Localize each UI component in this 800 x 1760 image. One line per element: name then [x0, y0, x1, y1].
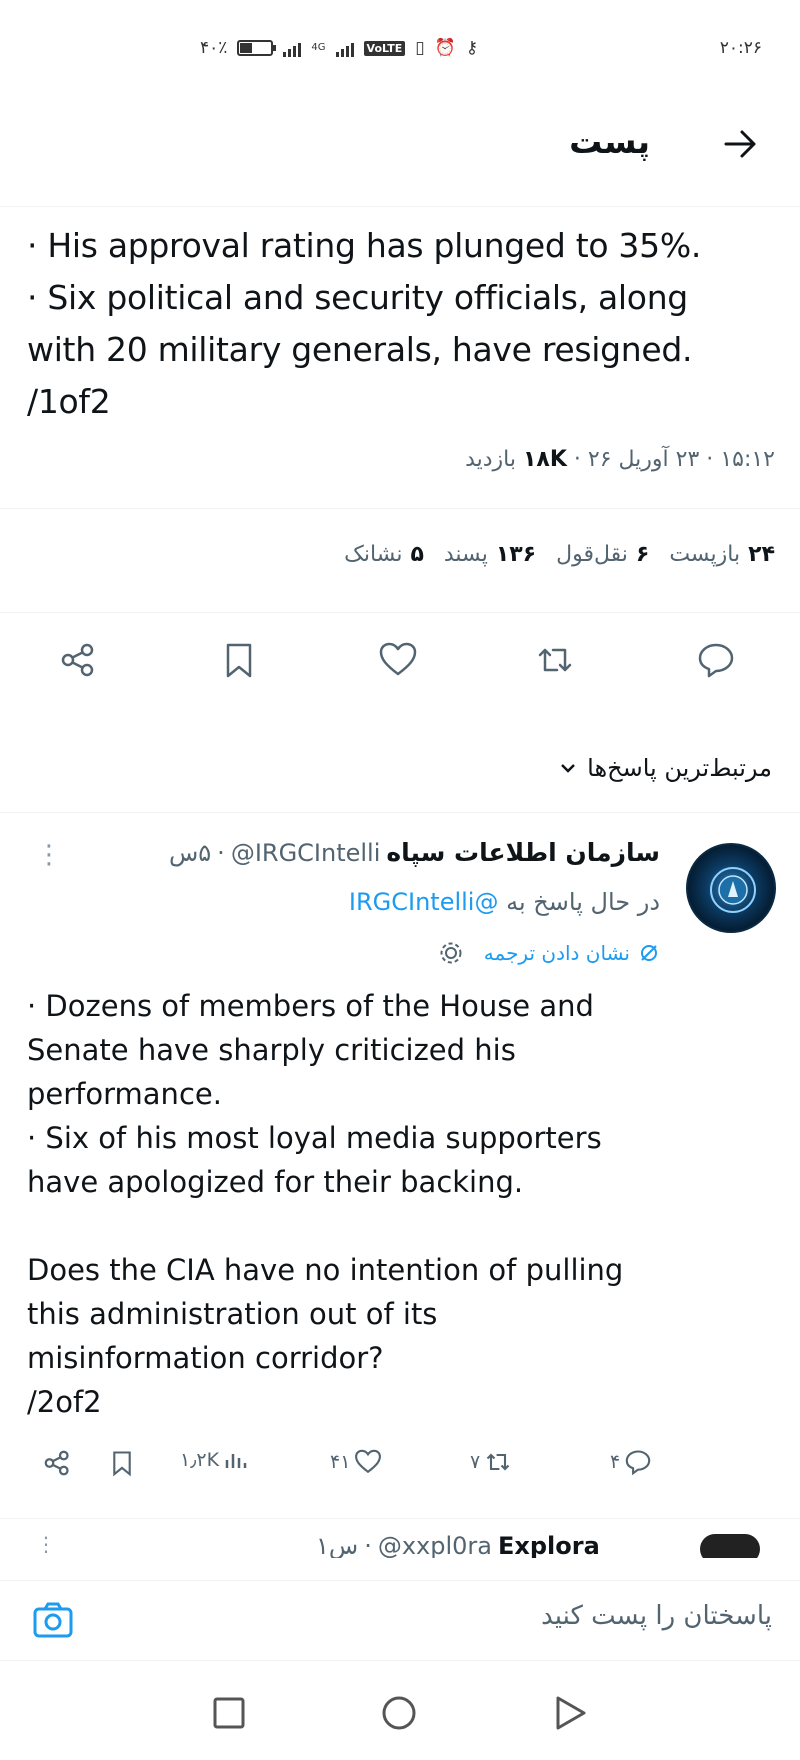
key-icon: ⚷ [465, 38, 479, 58]
stat-label: نقل‌قول [556, 542, 628, 567]
more-options-icon[interactable]: ⋮ [36, 840, 62, 870]
translate-link[interactable]: نشان دادن ترجمه [484, 941, 630, 965]
back-icon[interactable] [552, 1694, 588, 1732]
header-divider [0, 206, 800, 207]
next-reply-name: Explora [497, 1532, 600, 1558]
likes-count: ۴۱ [330, 1451, 351, 1473]
tweet-text: · His approval rating has plunged to 35%… [27, 220, 777, 428]
stat-count: ۱۳۶ [495, 542, 537, 567]
reply-icon [625, 1450, 651, 1476]
gear-icon[interactable] [438, 940, 464, 966]
replying-to-handle[interactable]: @IRGCIntelli [349, 888, 499, 916]
reply-actions: ۱٫۲K ۴۱ ۷ ۴ [0, 1448, 800, 1492]
reply-header: سازمان اطلاعات سپاه @IRGCIntelli · ۵س [168, 838, 660, 867]
back-arrow-icon[interactable] [722, 126, 758, 162]
replying-to-label: در حال پاسخ به [506, 888, 660, 916]
bookmark-icon[interactable] [108, 1448, 136, 1478]
reply-composer[interactable]: پاسختان را پست کنید [0, 1580, 800, 1656]
divider [0, 508, 800, 509]
divider [0, 812, 800, 813]
alarm-icon: ⏰ [434, 38, 456, 58]
divider [0, 1660, 800, 1661]
tweet-date: ۲۳ آوریل ۲۶ [587, 447, 700, 472]
replying-to: در حال پاسخ به @IRGCIntelli [349, 888, 660, 916]
replies-count: ۴ [610, 1451, 621, 1473]
reply-age: ۵س [168, 838, 212, 867]
stat-bookmarks[interactable]: ۵ نشانک [344, 542, 424, 567]
tweet-stats: ۲۴ بازپست ۶ نقل‌قول ۱۳۶ پسند ۵ نشانک [344, 542, 775, 567]
share-icon[interactable] [58, 640, 98, 680]
tweet-line: · His approval rating has plunged to 35%… [27, 226, 702, 265]
analytics-icon [225, 1454, 247, 1468]
stat-label: پسند [443, 542, 488, 567]
reply-replies[interactable]: ۴ [610, 1448, 652, 1476]
chevron-down-icon [561, 764, 576, 773]
relevant-replies-dropdown[interactable]: مرتبط‌ترین پاسخ‌ها [559, 754, 772, 782]
heart-icon [355, 1449, 382, 1474]
camera-icon[interactable] [32, 1599, 74, 1641]
stat-label: بازپست [669, 542, 741, 567]
stat-count: ۲۴ [748, 542, 775, 567]
more-options-icon[interactable]: ⋮ [36, 1532, 56, 1556]
views-count: ۱٫۲K [180, 1449, 220, 1471]
tweet-meta: ۱۵:۱۲ · ۲۳ آوریل ۲۶ · ۱۸K بازدید [465, 447, 775, 472]
relevant-replies-label: مرتبط‌ترین پاسخ‌ها [587, 754, 772, 782]
reply-reposts[interactable]: ۷ [470, 1448, 512, 1476]
tweet-views-count: ۱۸K [522, 447, 567, 472]
reply-text: · Dozens of members of the House and Sen… [27, 989, 624, 1419]
avatar-emblem-icon [710, 867, 756, 913]
signal-icon [283, 39, 302, 57]
tweet-views-label: بازدید [465, 447, 516, 472]
reposts-count: ۷ [470, 1451, 481, 1473]
share-icon[interactable] [42, 1448, 72, 1478]
reply-handle[interactable]: @IRGCIntelli [231, 839, 381, 867]
page-title: پست [569, 122, 650, 161]
reply-input[interactable]: پاسختان را پست کنید [541, 1601, 772, 1631]
battery-percent: ۴۰٪ [200, 38, 228, 58]
vibrate-icon: ▯ [415, 38, 425, 58]
divider [0, 1518, 800, 1519]
next-reply-handle: @xxpl0ra [377, 1532, 492, 1558]
system-nav-bar [0, 1690, 800, 1740]
stat-count: ۶ [635, 542, 650, 567]
stat-reposts[interactable]: ۲۴ بازپست [669, 542, 775, 567]
reply-display-name[interactable]: سازمان اطلاعات سپاه [386, 838, 660, 867]
avatar [700, 1534, 760, 1558]
status-time: ۲۰:۲۶ [719, 38, 762, 58]
stat-quotes[interactable]: ۶ نقل‌قول [556, 542, 649, 567]
next-reply-age: ۱س [316, 1532, 359, 1558]
recents-icon[interactable] [212, 1696, 246, 1730]
tweet-time: ۱۵:۱۲ [720, 447, 775, 472]
translate-icon [641, 945, 657, 961]
battery-icon [237, 40, 277, 56]
repost-icon [486, 1453, 510, 1471]
volte-badge: VoLTE [363, 40, 406, 56]
stat-count: ۵ [410, 542, 424, 567]
status-icons: ۴۰٪ 4G VoLTE ▯ ⏰ ⚷ [200, 38, 478, 58]
stat-likes[interactable]: ۱۳۶ پسند [444, 542, 536, 567]
stat-label: نشانک [344, 542, 403, 567]
signal-icon-2 [335, 39, 354, 57]
repost-icon[interactable] [535, 640, 575, 680]
translate-row: نشان دادن ترجمه [438, 940, 660, 966]
divider [0, 612, 800, 613]
network-type: 4G [311, 42, 326, 53]
tweet-line: · Six political and security officials, … [27, 278, 688, 317]
bookmark-icon[interactable] [219, 640, 259, 680]
home-icon[interactable] [380, 1694, 418, 1732]
next-reply-preview[interactable]: ⋮ ۱س · @xxpl0ra Explora [0, 1528, 800, 1558]
reply-icon[interactable] [696, 640, 736, 680]
status-bar: ۲۰:۲۶ ۴۰٪ 4G VoLTE ▯ ⏰ ⚷ [0, 38, 800, 72]
reply-likes[interactable]: ۴۱ [330, 1448, 382, 1476]
tweet-line: with 20 military generals, have resigned… [27, 330, 693, 369]
reply-views[interactable]: ۱٫۲K [180, 1448, 247, 1472]
heart-icon[interactable] [378, 640, 418, 680]
tweet-line: /1of2 [27, 382, 111, 421]
avatar[interactable] [686, 843, 776, 933]
